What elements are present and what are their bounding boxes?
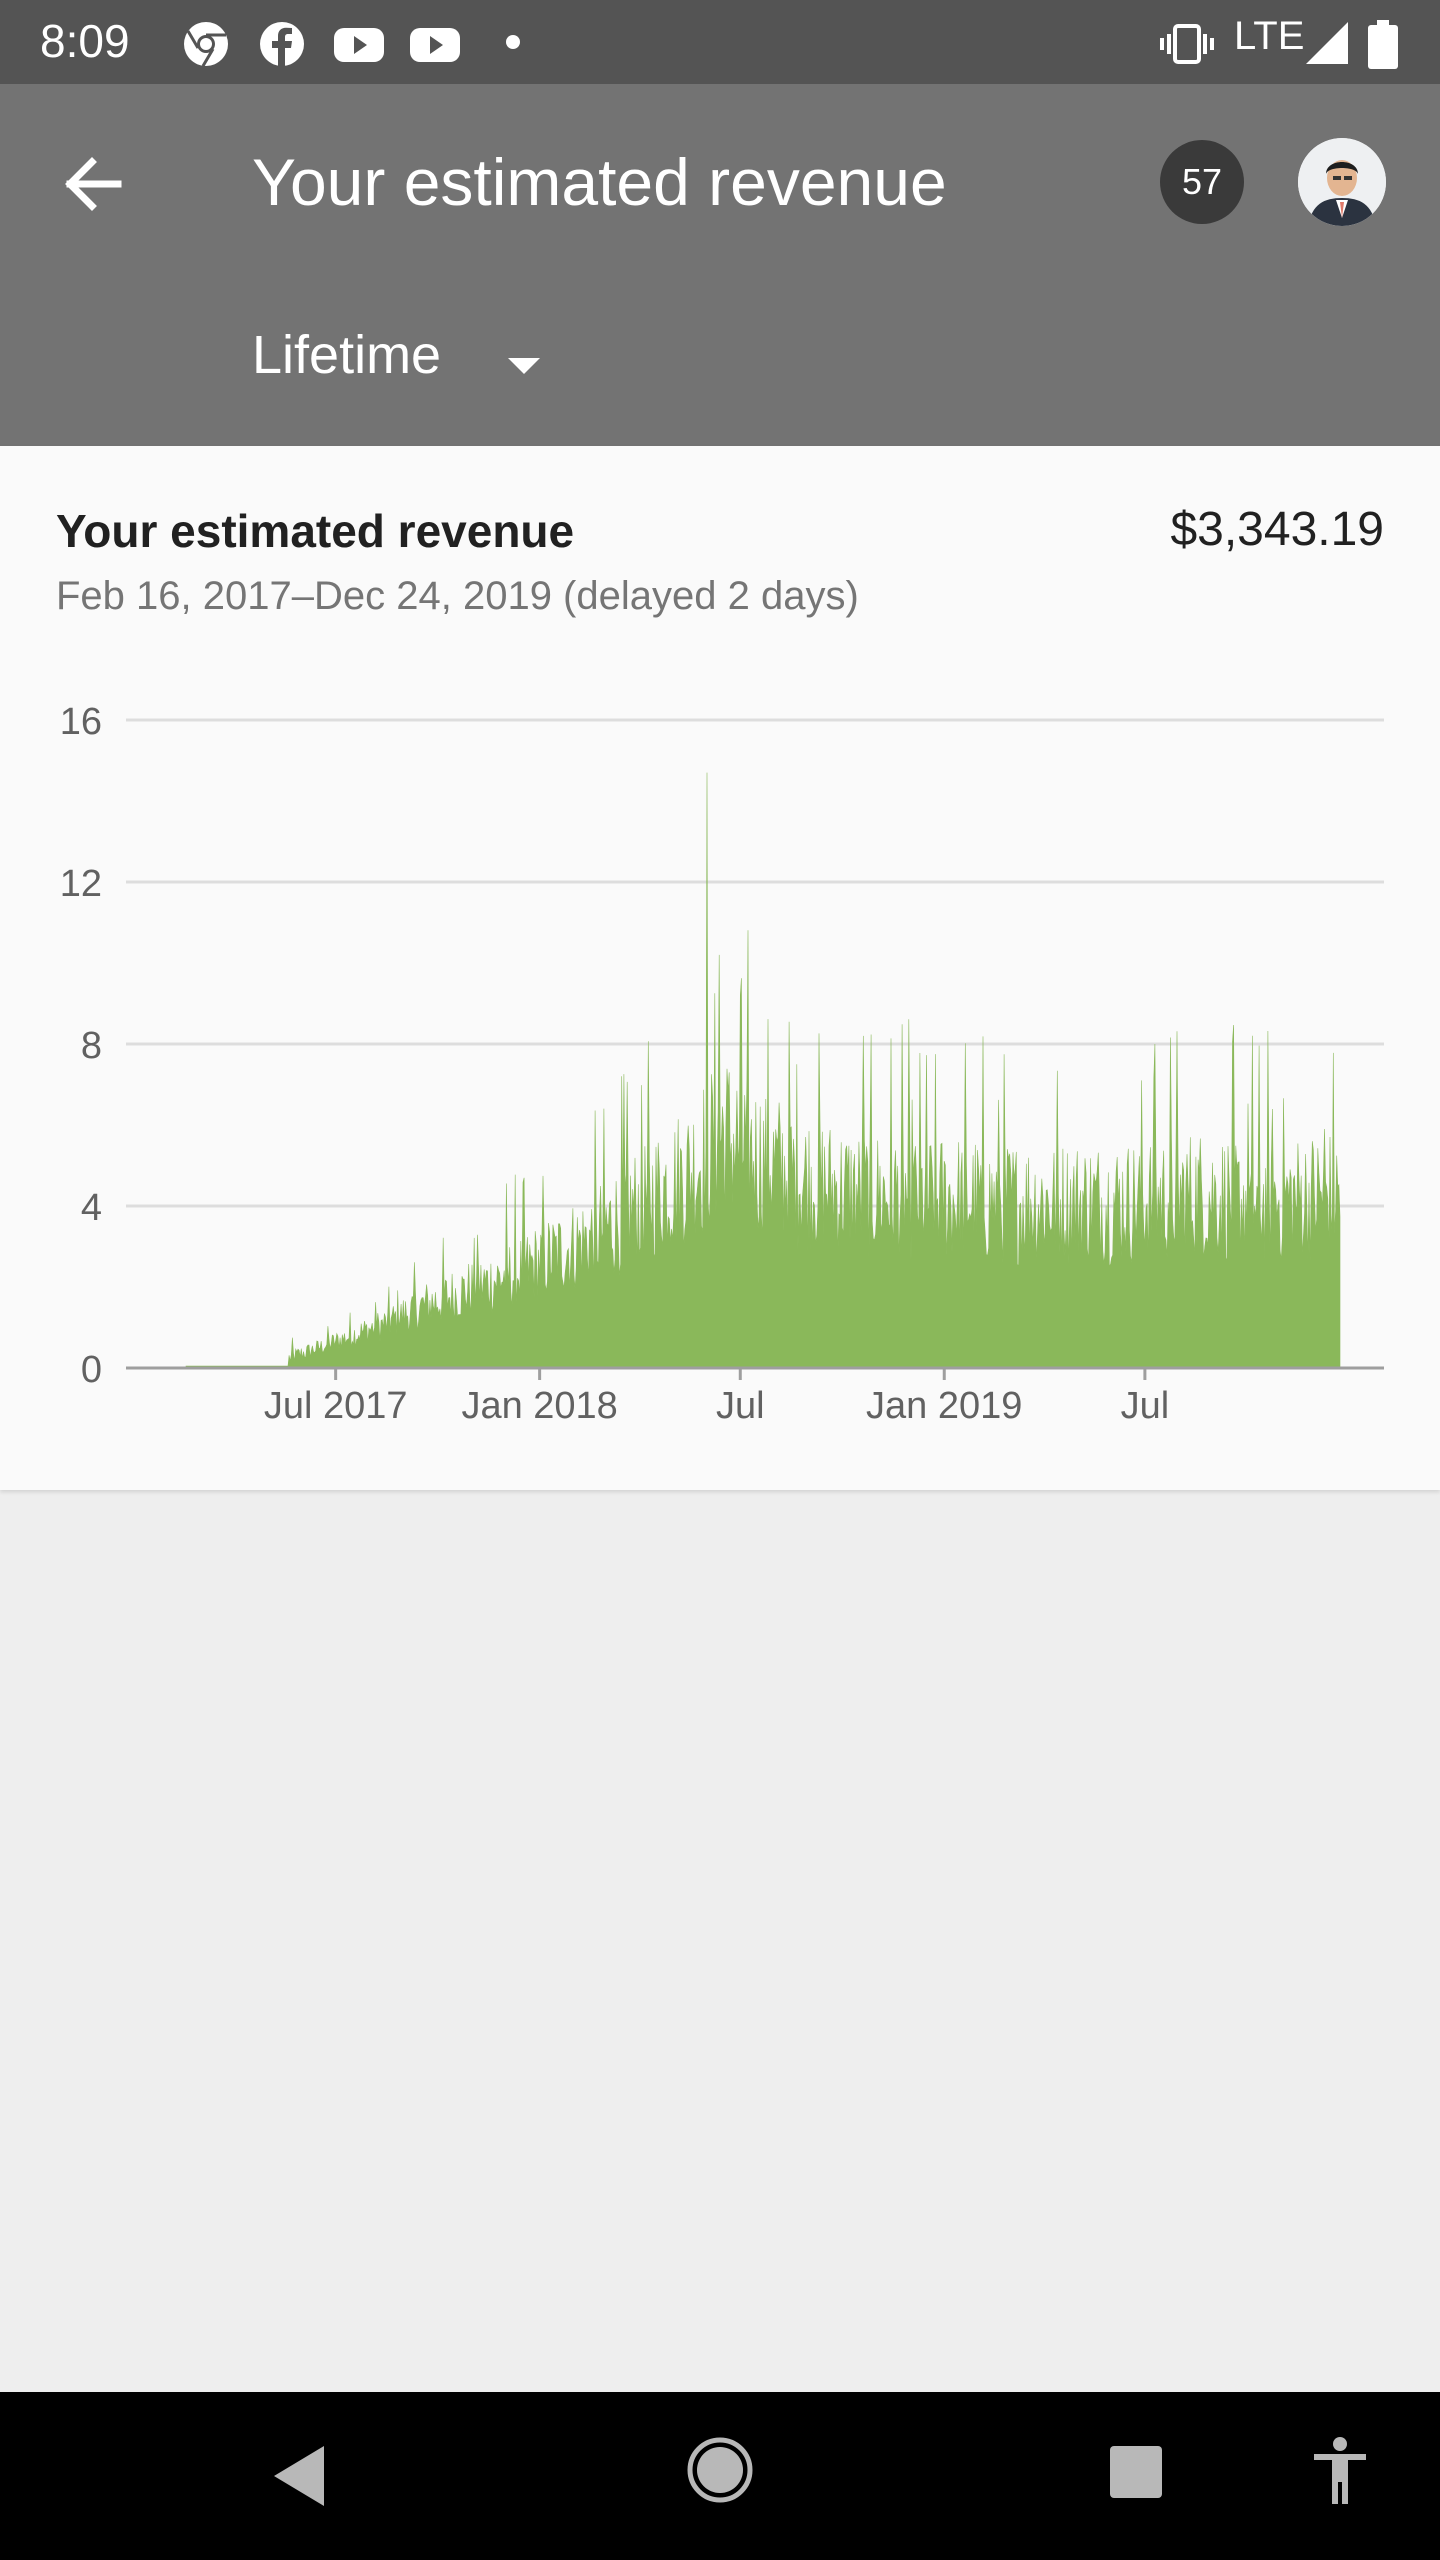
y-tick-label: 4 — [81, 1187, 102, 1229]
page-title: Your estimated revenue — [252, 145, 947, 219]
battery-icon — [1368, 20, 1398, 69]
y-tick-label: 0 — [81, 1349, 102, 1391]
notification-count-badge[interactable]: 57 — [1160, 140, 1244, 224]
vibrate-icon — [1160, 24, 1214, 64]
notification-dot-icon — [506, 35, 520, 49]
nav-back-icon[interactable] — [268, 2440, 334, 2512]
nav-home-icon[interactable] — [684, 2434, 756, 2506]
x-tick-label: Jan 2019 — [866, 1385, 1022, 1427]
avatar[interactable] — [1298, 138, 1386, 226]
profile-photo-icon — [1298, 138, 1386, 226]
period-label: Lifetime — [252, 325, 442, 385]
revenue-card: Your estimated revenue $3,343.19 Feb 16,… — [0, 446, 1440, 1490]
status-bar: 8:09 LTE — [0, 0, 1440, 84]
nav-recents-icon[interactable] — [1106, 2442, 1166, 2502]
network-type: LTE — [1234, 14, 1305, 58]
caret-down-icon — [508, 358, 540, 374]
signal-icon — [1306, 22, 1348, 64]
facebook-icon — [260, 22, 304, 66]
x-tick-label: Jul 2017 — [264, 1385, 408, 1427]
youtube-icon — [410, 28, 460, 62]
chrome-icon — [184, 22, 228, 67]
x-tick-label: Jan 2018 — [461, 1385, 617, 1427]
y-tick-label: 16 — [60, 701, 102, 743]
back-arrow-icon[interactable] — [56, 144, 136, 224]
x-tick-label: Jul — [716, 1385, 765, 1427]
revenue-chart: 16 12 8 4 0 Jul 2017 Jan 2018 Jul Jan 2019 Jul — [60, 701, 1384, 1427]
accessibility-icon[interactable] — [1310, 2436, 1370, 2508]
y-tick-label: 8 — [81, 1025, 102, 1067]
y-tick-label: 12 — [60, 863, 102, 905]
youtube-icon — [334, 28, 384, 62]
status-time: 8:09 — [40, 15, 130, 67]
revenue-area — [185, 772, 1341, 1369]
x-tick-label: Jul — [1121, 1385, 1170, 1427]
app-bar: Your estimated revenue 57 Lifetime — [0, 84, 1440, 446]
navigation-bar — [0, 2392, 1440, 2560]
